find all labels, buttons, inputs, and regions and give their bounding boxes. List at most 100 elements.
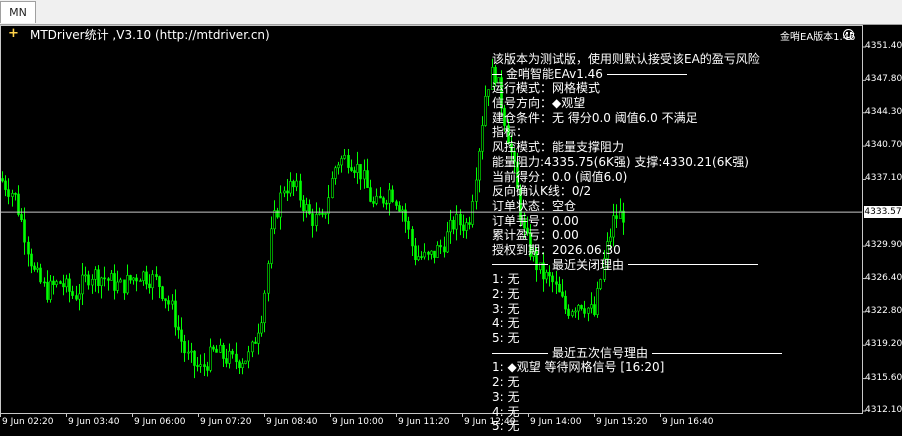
price-chart[interactable]: + MTDriver统计 ,V3.10 (http://mtdriver.cn)… xyxy=(0,25,902,436)
candle-body xyxy=(231,350,234,355)
panel-line: 能量阻力:4335.75(6K强) 支撑:4330.21(6K强) xyxy=(492,154,749,169)
candle-body xyxy=(139,280,142,282)
panel-line: 2: 无 xyxy=(492,287,520,301)
candle-body xyxy=(30,253,33,267)
candle-body xyxy=(75,295,78,300)
time-axis-label: 9 Jun 08:40 xyxy=(266,417,318,427)
candle-body xyxy=(462,224,465,231)
candle-body xyxy=(49,280,52,300)
candle-body xyxy=(148,283,151,289)
candle-body xyxy=(135,277,138,282)
candle-body xyxy=(225,358,228,364)
price-axis-label: 4322.80 xyxy=(865,305,902,316)
candle-body xyxy=(164,298,167,301)
panel-line: 授权到期：2026.06.30 xyxy=(492,242,621,257)
time-axis-label: 9 Jun 14:00 xyxy=(530,417,582,427)
candle-body xyxy=(487,89,490,97)
candle-body xyxy=(331,178,334,198)
candle-body xyxy=(337,164,340,169)
candle-body xyxy=(27,241,30,255)
candle-body xyxy=(68,278,71,292)
candle-body xyxy=(382,197,385,204)
chart-tab-strip: MN xyxy=(0,0,902,25)
candle-body xyxy=(43,281,46,284)
panel-line: 反向确认K线：0/2 xyxy=(492,184,592,199)
candle-body xyxy=(174,300,177,328)
candle-body xyxy=(113,273,116,291)
candle-body xyxy=(430,250,433,255)
candle-body xyxy=(62,283,65,288)
candle-body xyxy=(286,190,289,194)
candle-body xyxy=(254,341,257,344)
candle-body xyxy=(235,353,238,363)
smiley-icon[interactable] xyxy=(843,29,854,40)
candle-body xyxy=(103,277,106,280)
candle-body xyxy=(119,279,122,283)
time-axis-label: 9 Jun 15:20 xyxy=(596,417,648,427)
candle-body xyxy=(423,251,426,258)
price-axis-label: 4337.10 xyxy=(865,173,902,184)
panel-line: 订单手号：0.00 xyxy=(492,213,579,228)
candle-body xyxy=(17,193,20,215)
time-axis-label: 9 Jun 10:00 xyxy=(332,417,384,427)
panel-line: 1: 无 xyxy=(492,272,520,287)
panel-line: 该版本为测试版，使用则默认接受该EA的盈亏风险 xyxy=(492,52,760,66)
candle-body xyxy=(366,170,369,188)
time-axis-label: 9 Jun 06:00 xyxy=(134,417,186,427)
candle-body xyxy=(427,251,430,255)
candle-body xyxy=(340,158,343,166)
time-axis-label: 9 Jun 16:40 xyxy=(662,417,714,427)
candle-body xyxy=(7,189,10,197)
panel-line: 运行模式：网格模式 xyxy=(492,81,601,96)
candle-body xyxy=(369,187,372,202)
candle-body xyxy=(260,322,263,334)
candle-body xyxy=(116,281,119,291)
candle-body xyxy=(443,246,446,253)
candle-body xyxy=(391,189,394,203)
candle-body xyxy=(36,267,39,270)
ea-title: MTDriver统计 ,V3.10 (http://mtdriver.cn) xyxy=(30,28,270,42)
ea-info-panel: 该版本为测试版，使用则默认接受该EA的盈亏风险 金哨智能EAv1.46 运行模式：网… xyxy=(492,52,783,434)
candle-body xyxy=(318,213,321,215)
candle-body xyxy=(471,201,474,225)
candle-body xyxy=(468,222,471,225)
candle-body xyxy=(219,344,222,353)
candle-body xyxy=(238,361,241,368)
candle-body xyxy=(433,250,436,258)
candle-body xyxy=(171,300,174,305)
candle-body xyxy=(161,286,164,299)
panel-line: 信号方向：◆观望 xyxy=(492,96,586,111)
candle-body xyxy=(334,167,337,179)
time-axis-label: 9 Jun 03:40 xyxy=(68,417,120,427)
plus-icon[interactable]: + xyxy=(8,27,19,40)
candle-body xyxy=(4,180,7,190)
candle-body xyxy=(353,170,356,173)
panel-line: 5: 无 xyxy=(492,331,520,346)
tab-mn[interactable]: MN xyxy=(0,1,36,23)
candle-body xyxy=(52,280,55,285)
candle-body xyxy=(14,193,17,195)
candle-body xyxy=(283,190,286,194)
candle-body xyxy=(395,201,398,206)
candle-body xyxy=(203,364,206,367)
candle-body xyxy=(55,281,58,285)
candle-body xyxy=(155,274,158,277)
price-axis-label: 4315.60 xyxy=(865,372,902,383)
candle-body xyxy=(449,219,452,233)
candle-body xyxy=(193,350,196,366)
candle-body xyxy=(267,263,270,294)
candle-body xyxy=(247,351,250,362)
section-title: 金哨智能EAv1.46 xyxy=(506,66,603,81)
candle-body xyxy=(276,210,279,218)
candle-body xyxy=(452,219,455,230)
candle-body xyxy=(305,204,308,212)
panel-line: 当前得分：0.0 (阈值6.0) xyxy=(492,169,628,184)
panel-line: 指标： xyxy=(492,125,529,140)
candle-body xyxy=(11,193,14,197)
candle-body xyxy=(87,274,90,286)
candle-body xyxy=(209,346,212,371)
candle-body xyxy=(350,167,353,171)
panel-section-header: 金哨智能EAv1.46 xyxy=(492,67,782,82)
price-axis-label: 4329.90 xyxy=(865,240,902,251)
candle-body xyxy=(107,278,110,281)
